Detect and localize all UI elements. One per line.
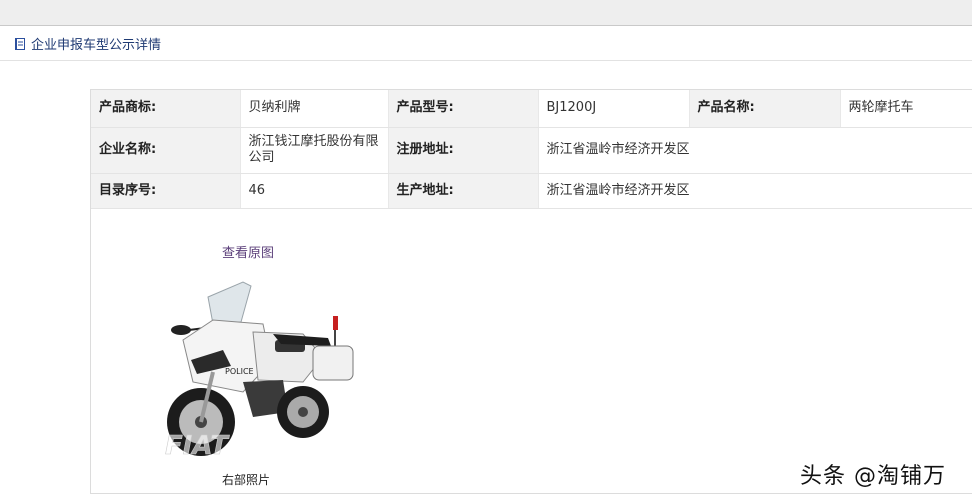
brand-label: 产品商标: [91,90,241,128]
brand-value: 贝纳利牌 [240,90,389,128]
livery-text: POLICE [225,367,254,376]
info-table: 产品商标: 贝纳利牌 产品型号: BJ1200J 产品名称: 两轮摩托车 企业名… [91,90,972,209]
table-row: 企业名称: 浙江钱江摩托股份有限公司 注册地址: 浙江省温岭市经济开发区 [91,127,972,174]
catalog-number-label: 目录序号: [91,173,241,209]
motorcycle-photo[interactable]: POLICE FIAT [153,262,363,467]
model-value: BJ1200J [538,90,690,128]
photo-caption: 右部照片 [222,472,271,487]
photo-area: 查看原图 POLICE FIAT 右部照片 [91,209,972,495]
product-name-label: 产品名称: [689,90,841,128]
page-header: 企业申报车型公示详情 [0,27,972,61]
table-row: 目录序号: 46 生产地址: 浙江省温岭市经济开发区 [91,173,972,209]
page-title: 企业申报车型公示详情 [31,38,162,53]
company-label: 企业名称: [91,127,241,174]
catalog-number-value: 46 [240,173,389,209]
table-row: 产品商标: 贝纳利牌 产品型号: BJ1200J 产品名称: 两轮摩托车 [91,90,972,128]
photo-overlay-text: FIAT [165,431,230,461]
registered-address-label: 注册地址: [388,127,539,174]
view-original-link[interactable]: 查看原图 [222,242,274,261]
book-icon [15,37,25,50]
top-bar [0,0,972,26]
model-label: 产品型号: [388,90,539,128]
production-address-label: 生产地址: [388,173,539,209]
watermark-text: 头条 @淘铺万 [800,464,946,489]
production-address-value: 浙江省温岭市经济开发区 [538,173,972,209]
registered-address-value: 浙江省温岭市经济开发区 [538,127,972,174]
company-value: 浙江钱江摩托股份有限公司 [240,127,389,174]
detail-panel: 产品商标: 贝纳利牌 产品型号: BJ1200J 产品名称: 两轮摩托车 企业名… [90,89,972,494]
product-name-value: 两轮摩托车 [840,90,972,128]
